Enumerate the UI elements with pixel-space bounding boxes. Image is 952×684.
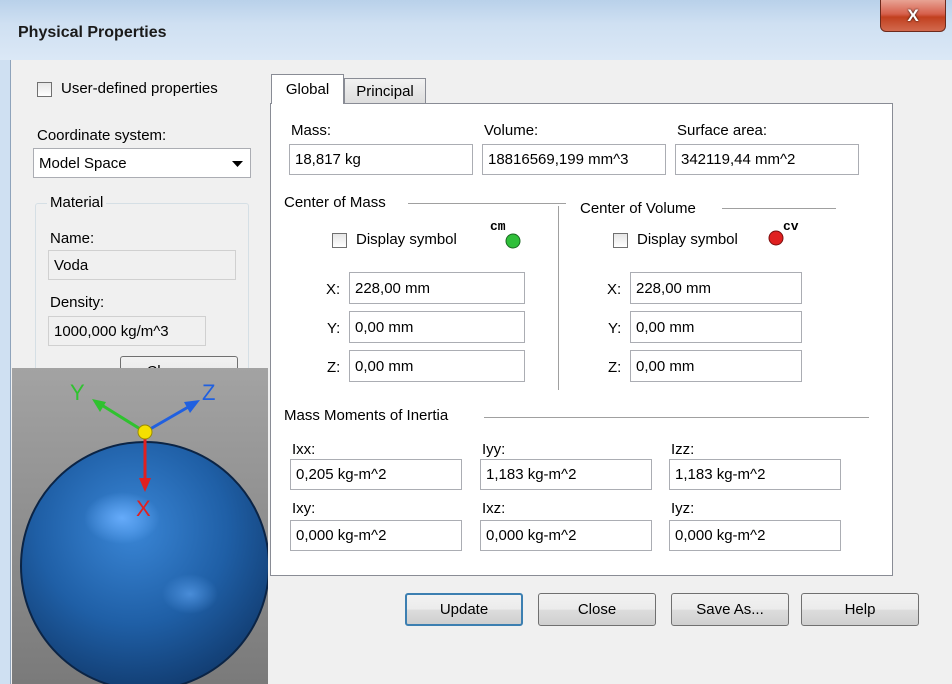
- ixx-field[interactable]: 0,205 kg-m^2: [290, 459, 462, 490]
- origin-marker: [137, 424, 153, 440]
- ixy-label: Ixy:: [292, 500, 316, 517]
- z-axis-label: Z: [202, 380, 215, 405]
- material-name-field: Voda: [48, 250, 236, 280]
- ixz-label: Ixz:: [482, 500, 506, 517]
- user-defined-checkbox[interactable]: [37, 82, 52, 97]
- cv-display-symbol-label: Display symbol: [637, 231, 738, 248]
- x-axis-label: X: [136, 496, 151, 521]
- material-name-value: Voda: [54, 256, 89, 274]
- tab-principal[interactable]: Principal: [344, 78, 426, 104]
- cm-z-value: 0,00 mm: [355, 357, 414, 375]
- cm-y-value: 0,00 mm: [355, 318, 414, 336]
- density-field: 1000,000 kg/m^3: [48, 316, 206, 346]
- cm-y-field[interactable]: 0,00 mm: [349, 311, 525, 343]
- izz-label: Izz:: [671, 441, 695, 458]
- cv-display-symbol-checkbox[interactable]: [613, 233, 628, 248]
- iyy-label: Iyy:: [482, 441, 506, 458]
- volume-field[interactable]: 18816569,199 mm^3: [482, 144, 666, 175]
- cm-y-label: Y:: [327, 320, 341, 337]
- material-group-title: Material: [47, 194, 107, 211]
- izz-field[interactable]: 1,183 kg-m^2: [669, 459, 841, 490]
- mass-field[interactable]: 18,817 kg: [289, 144, 473, 175]
- surface-area-field[interactable]: 342119,44 mm^2: [675, 144, 859, 175]
- cv-y-value: 0,00 mm: [636, 318, 695, 336]
- iyz-field[interactable]: 0,000 kg-m^2: [669, 520, 841, 551]
- volume-value: 18816569,199 mm^3: [488, 151, 629, 168]
- chevron-down-icon: [232, 161, 243, 167]
- coordinate-system-dropdown[interactable]: Model Space: [33, 148, 251, 178]
- save-as-button[interactable]: Save As...: [671, 593, 789, 626]
- help-button-label: Help: [844, 601, 876, 618]
- update-button-label: Update: [439, 601, 489, 618]
- ixy-field[interactable]: 0,000 kg-m^2: [290, 520, 462, 551]
- mass-value: 18,817 kg: [295, 151, 361, 168]
- cm-z-field[interactable]: 0,00 mm: [349, 350, 525, 382]
- model-preview[interactable]: Y Z X: [12, 368, 268, 684]
- cv-x-label: X:: [607, 281, 622, 298]
- cm-display-symbol-checkbox[interactable]: [332, 233, 347, 248]
- cv-z-value: 0,00 mm: [636, 357, 695, 375]
- ixx-label: Ixx:: [292, 441, 316, 458]
- window-frame-left: [0, 60, 10, 684]
- center-of-volume-rule: [722, 208, 836, 209]
- iyz-value: 0,000 kg-m^2: [675, 527, 766, 544]
- close-icon: X: [907, 5, 919, 25]
- center-of-volume-title: Center of Volume: [580, 200, 696, 217]
- cm-display-symbol-label: Display symbol: [356, 231, 457, 248]
- save-as-button-label: Save As...: [696, 601, 764, 618]
- tab-global[interactable]: Global: [271, 74, 344, 104]
- surface-area-label: Surface area:: [677, 122, 768, 139]
- y-axis-label: Y: [70, 380, 85, 405]
- iyy-field[interactable]: 1,183 kg-m^2: [480, 459, 652, 490]
- tab-global-label: Global: [285, 81, 330, 98]
- izz-value: 1,183 kg-m^2: [675, 466, 766, 483]
- window-close-button[interactable]: X: [880, 0, 946, 32]
- help-button[interactable]: Help: [801, 593, 919, 626]
- cv-y-label: Y:: [608, 320, 622, 337]
- density-value: 1000,000 kg/m^3: [54, 322, 169, 340]
- cv-symbol-text: cv: [783, 219, 799, 234]
- close-button[interactable]: Close: [538, 593, 656, 626]
- user-defined-label: User-defined properties: [61, 80, 218, 97]
- coordinate-system-label: Coordinate system:: [37, 127, 167, 144]
- cv-x-field[interactable]: 228,00 mm: [630, 272, 802, 304]
- mass-label: Mass:: [291, 122, 332, 139]
- ixy-value: 0,000 kg-m^2: [296, 527, 387, 544]
- inertia-title: Mass Moments of Inertia: [284, 407, 449, 424]
- material-groupbox: [35, 203, 249, 373]
- tab-principal-label: Principal: [356, 83, 414, 100]
- close-button-label: Close: [577, 601, 617, 618]
- coordinate-system-value: Model Space: [39, 154, 127, 172]
- cv-z-label: Z:: [608, 359, 622, 376]
- iyy-value: 1,183 kg-m^2: [486, 466, 577, 483]
- cm-symbol-icon: [505, 233, 521, 249]
- volume-label: Volume:: [484, 122, 539, 139]
- inertia-rule: [484, 417, 869, 418]
- surface-area-value: 342119,44 mm^2: [681, 151, 796, 168]
- cm-symbol-text: cm: [490, 219, 506, 234]
- iyz-label: Iyz:: [671, 500, 695, 517]
- sphere-highlight-secondary: [162, 574, 218, 614]
- update-button[interactable]: Update: [405, 593, 523, 626]
- window-title: Physical Properties: [18, 24, 167, 41]
- cm-x-label: X:: [326, 281, 341, 298]
- cm-z-label: Z:: [327, 359, 341, 376]
- cv-y-field[interactable]: 0,00 mm: [630, 311, 802, 343]
- material-name-label: Name:: [50, 230, 95, 247]
- ixz-field[interactable]: 0,000 kg-m^2: [480, 520, 652, 551]
- density-label: Density:: [50, 294, 105, 311]
- ixz-value: 0,000 kg-m^2: [486, 527, 577, 544]
- preview-canvas: Y Z X: [12, 368, 268, 684]
- cv-x-value: 228,00 mm: [636, 279, 712, 297]
- cm-x-value: 228,00 mm: [355, 279, 431, 297]
- center-divider: [558, 206, 559, 390]
- cm-x-field[interactable]: 228,00 mm: [349, 272, 525, 304]
- center-of-mass-rule: [408, 203, 566, 204]
- cv-symbol-icon: [768, 230, 784, 246]
- center-of-mass-title: Center of Mass: [284, 194, 386, 211]
- ixx-value: 0,205 kg-m^2: [296, 466, 387, 483]
- cv-z-field[interactable]: 0,00 mm: [630, 350, 802, 382]
